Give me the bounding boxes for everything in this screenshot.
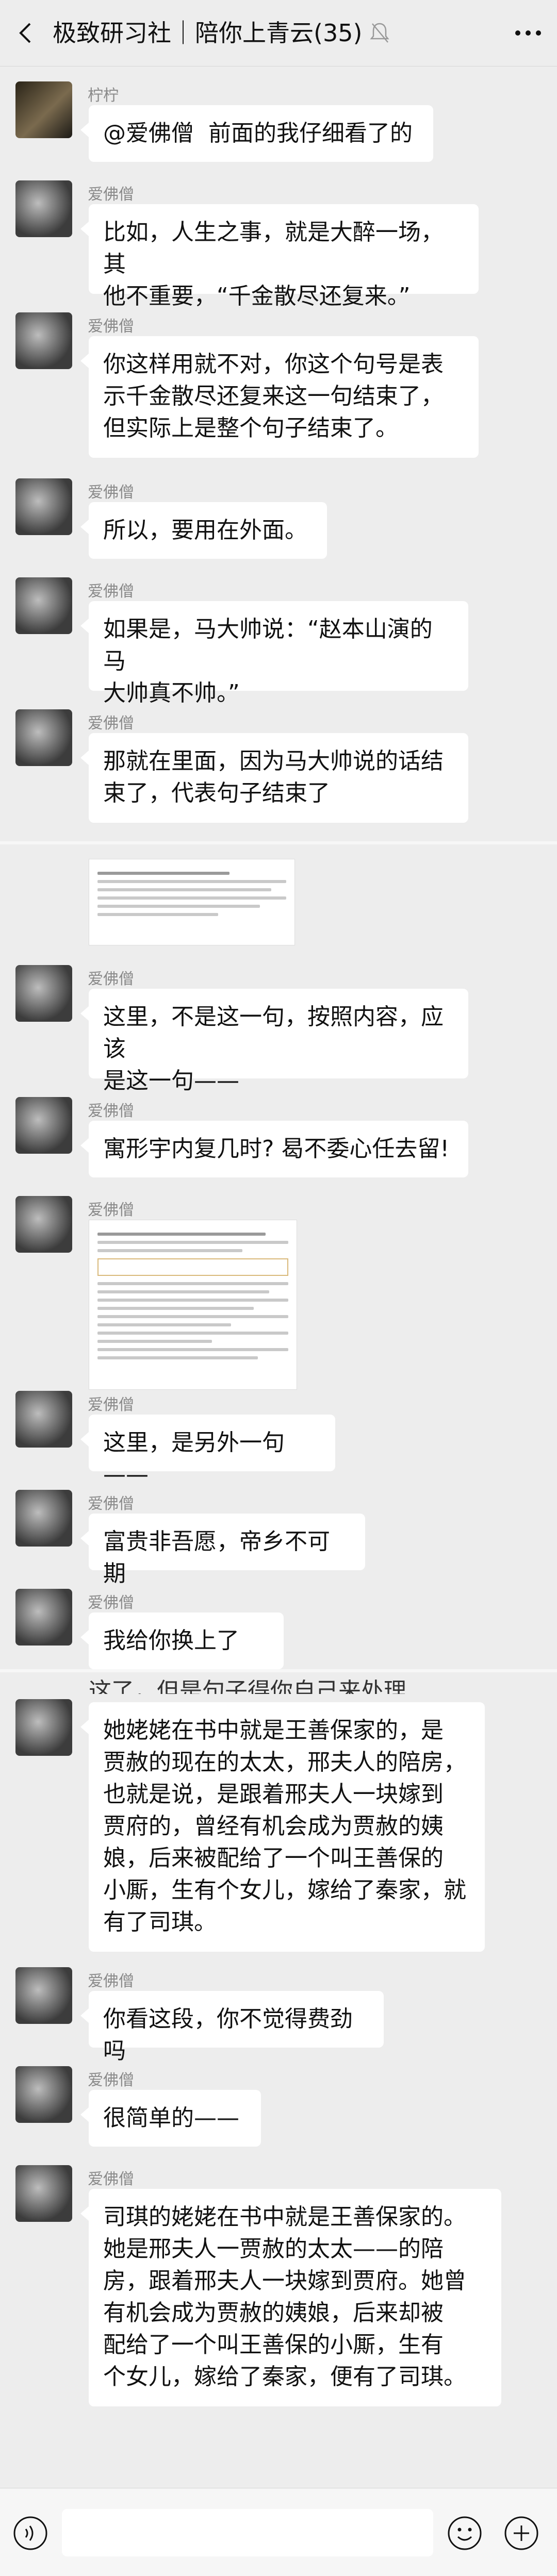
- message-bubble[interactable]: 所以，要用在外面。: [80, 502, 327, 559]
- mute-bell-icon: [370, 23, 389, 43]
- message-bubble[interactable]: @爱佛僧 前面的我仔细看了的: [80, 105, 433, 162]
- sender-name: 柠柠: [88, 87, 119, 105]
- avatar[interactable]: [15, 81, 72, 138]
- sender-name: 爱佛僧: [88, 2170, 134, 2188]
- plus-icon[interactable]: [503, 2515, 539, 2551]
- sender-name: 爱佛僧: [88, 186, 134, 204]
- avatar[interactable]: [15, 577, 72, 634]
- message-bubble[interactable]: 这里，是另外一句——: [80, 1415, 335, 1488]
- avatar[interactable]: [15, 965, 72, 1022]
- screenshot-seam: [0, 841, 557, 844]
- message-bubble[interactable]: 很简单的——: [80, 2090, 261, 2147]
- avatar[interactable]: [15, 1097, 72, 1154]
- sender-name: 爱佛僧: [88, 1396, 134, 1414]
- document-image-message[interactable]: [89, 859, 295, 945]
- screenshot-seam: [0, 1669, 557, 1672]
- message-bubble[interactable]: 这里，不是这一句，按照内容，应该 是这一句——: [80, 989, 468, 1094]
- avatar[interactable]: [15, 709, 72, 766]
- avatar[interactable]: [15, 2066, 72, 2123]
- avatar[interactable]: [15, 1967, 72, 2024]
- message-bubble[interactable]: 我给你换上了: [80, 1613, 284, 1669]
- message-bubble[interactable]: 你这样用就不对，你这个句号是表 示千金散尽还复来这一句结束了， 但实际上是整个句…: [80, 336, 479, 458]
- voice-icon[interactable]: [12, 2515, 48, 2551]
- avatar[interactable]: [15, 1196, 72, 1253]
- chat-header: 极致研习社｜陪你上青云(35): [0, 0, 557, 67]
- cut-off-text: 这了，但是句子得你自己来处理: [89, 1678, 406, 1694]
- message-bubble[interactable]: 你看这段，你不觉得费劲吗: [80, 1991, 384, 2064]
- message-list[interactable]: 柠柠 @爱佛僧 前面的我仔细看了的 爱佛僧 比如，人生之事，就是大醉一场，其 他…: [0, 66, 557, 2488]
- avatar[interactable]: [15, 478, 72, 535]
- sender-name: 爱佛僧: [88, 1495, 134, 1513]
- avatar[interactable]: [15, 1699, 72, 1756]
- more-options-icon[interactable]: [514, 28, 543, 38]
- message-bubble[interactable]: 比如，人生之事，就是大醉一场，其 他不重要，“千金散尽还复来。”: [80, 204, 479, 309]
- sender-name: 爱佛僧: [88, 2071, 134, 2089]
- avatar[interactable]: [15, 312, 72, 369]
- message-bubble[interactable]: 富贵非吾愿，帝乡不可期: [80, 1514, 365, 1587]
- sender-name: 爱佛僧: [88, 484, 134, 502]
- message-bubble[interactable]: 如果是，马大帅说：“赵本山演的马 大帅真不帅。”: [80, 601, 468, 706]
- avatar[interactable]: [15, 1391, 72, 1448]
- sender-name: 爱佛僧: [88, 1201, 134, 1219]
- message-bubble[interactable]: 司琪的姥姥在书中就是王善保家的。 她是邢夫人一贾赦的太太——的陪 房，跟着邢夫人…: [80, 2189, 501, 2406]
- chat-title: 极致研习社｜陪你上青云(35): [53, 19, 363, 47]
- avatar[interactable]: [15, 1589, 72, 1646]
- message-bubble[interactable]: 寓形宇内复几时? 曷不委心任去留!: [80, 1121, 468, 1177]
- back-arrow-icon[interactable]: [14, 21, 39, 45]
- message-bubble[interactable]: 那就在里面，因为马大帅说的话结 束了，代表句子结束了: [80, 733, 468, 823]
- avatar[interactable]: [15, 2165, 72, 2222]
- avatar[interactable]: [15, 1490, 72, 1547]
- sender-name: 爱佛僧: [88, 1972, 134, 1990]
- sender-name: 爱佛僧: [88, 970, 134, 988]
- message-bubble[interactable]: 她姥姥在书中就是王善保家的，是 贾赦的现在的太太，邢夫人的陪房， 也就是说，是跟…: [80, 1702, 485, 1952]
- sender-name: 爱佛僧: [88, 714, 134, 733]
- input-bar: [0, 2488, 557, 2576]
- sender-name: 爱佛僧: [88, 1594, 134, 1612]
- sender-name: 爱佛僧: [88, 318, 134, 336]
- sender-name: 爱佛僧: [88, 583, 134, 601]
- sender-name: 爱佛僧: [88, 1102, 134, 1120]
- emoji-icon[interactable]: [447, 2515, 483, 2551]
- message-input[interactable]: [62, 2509, 433, 2556]
- document-image-message[interactable]: [89, 1220, 297, 1390]
- avatar[interactable]: [15, 180, 72, 237]
